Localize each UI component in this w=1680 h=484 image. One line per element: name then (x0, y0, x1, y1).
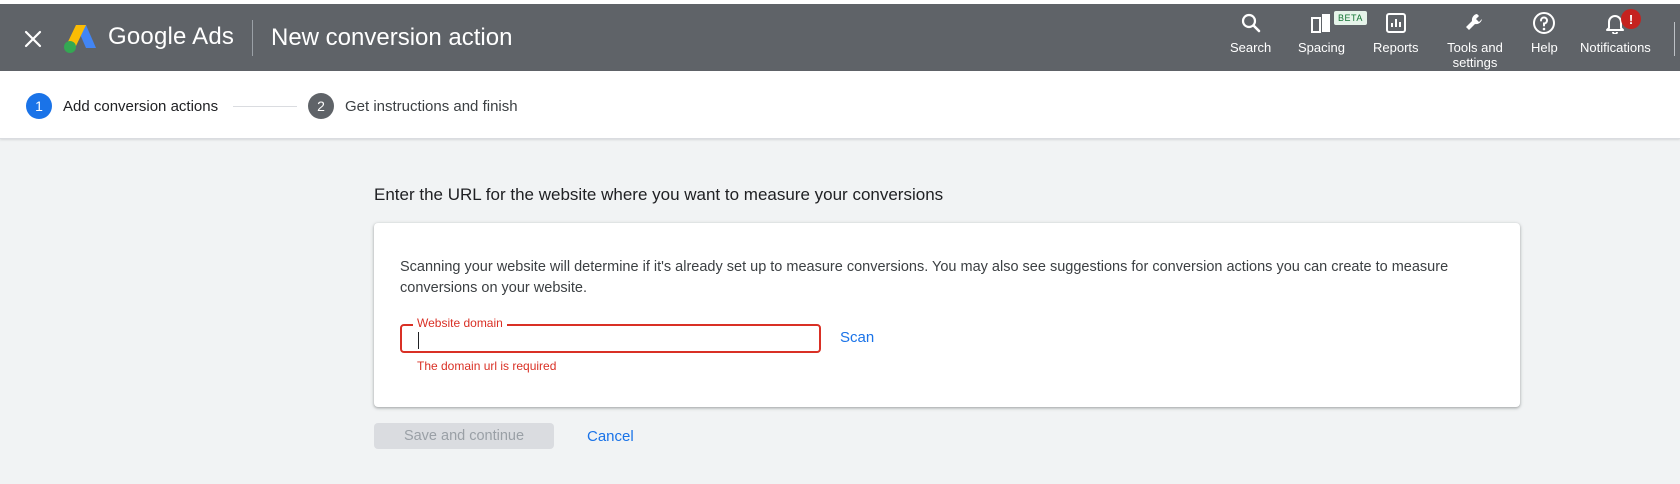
url-card: Scanning your website will determine if … (374, 223, 1520, 407)
header-divider (252, 20, 253, 56)
beta-badge: BETA (1334, 11, 1367, 25)
step-2-label: Get instructions and finish (345, 98, 518, 115)
step-1-number: 1 (26, 93, 52, 119)
nav-label: Tools and settings (1447, 40, 1503, 70)
nav-search[interactable]: Search (1230, 10, 1271, 55)
nav-label: Notifications (1580, 40, 1651, 55)
progress-stepper: 1 Add conversion actions 2 Get instructi… (0, 71, 1680, 139)
step-1-label: Add conversion actions (63, 98, 219, 115)
website-domain-field[interactable]: Website domain (400, 316, 821, 353)
nav-label: Help (1531, 40, 1558, 55)
header-right-divider (1674, 22, 1675, 56)
brand-name: Google Ads (108, 23, 235, 50)
help-icon (1531, 10, 1557, 36)
close-icon[interactable] (20, 26, 46, 52)
save-and-continue-button[interactable]: Save and continue (374, 423, 554, 449)
card-description: Scanning your website will determine if … (400, 259, 1449, 296)
nav-help[interactable]: Help (1531, 10, 1558, 55)
nav-reports[interactable]: Reports (1373, 10, 1419, 55)
cancel-button[interactable]: Cancel (587, 428, 634, 445)
field-error-message: The domain url is required (417, 359, 557, 373)
scan-button[interactable]: Scan (840, 329, 874, 346)
nav-tools-and-settings[interactable]: Tools and settings (1445, 10, 1505, 70)
website-domain-input[interactable] (416, 328, 806, 349)
wrench-icon (1462, 10, 1488, 36)
section-title: Enter the URL for the website where you … (374, 185, 944, 204)
nav-label: Reports (1373, 40, 1419, 55)
step-connector (233, 106, 297, 107)
nav-label: Spacing (1298, 40, 1345, 55)
text-caret (418, 332, 419, 349)
step-2-number: 2 (308, 93, 334, 119)
reports-icon (1383, 10, 1409, 36)
app-header: Google Ads New conversion action Search … (0, 4, 1680, 71)
spacing-icon (1308, 10, 1334, 36)
nav-label: Search (1230, 40, 1272, 55)
page-title: New conversion action (271, 24, 513, 51)
google-ads-logo (62, 22, 98, 54)
search-icon (1238, 10, 1264, 36)
notification-badge: ! (1621, 9, 1641, 29)
